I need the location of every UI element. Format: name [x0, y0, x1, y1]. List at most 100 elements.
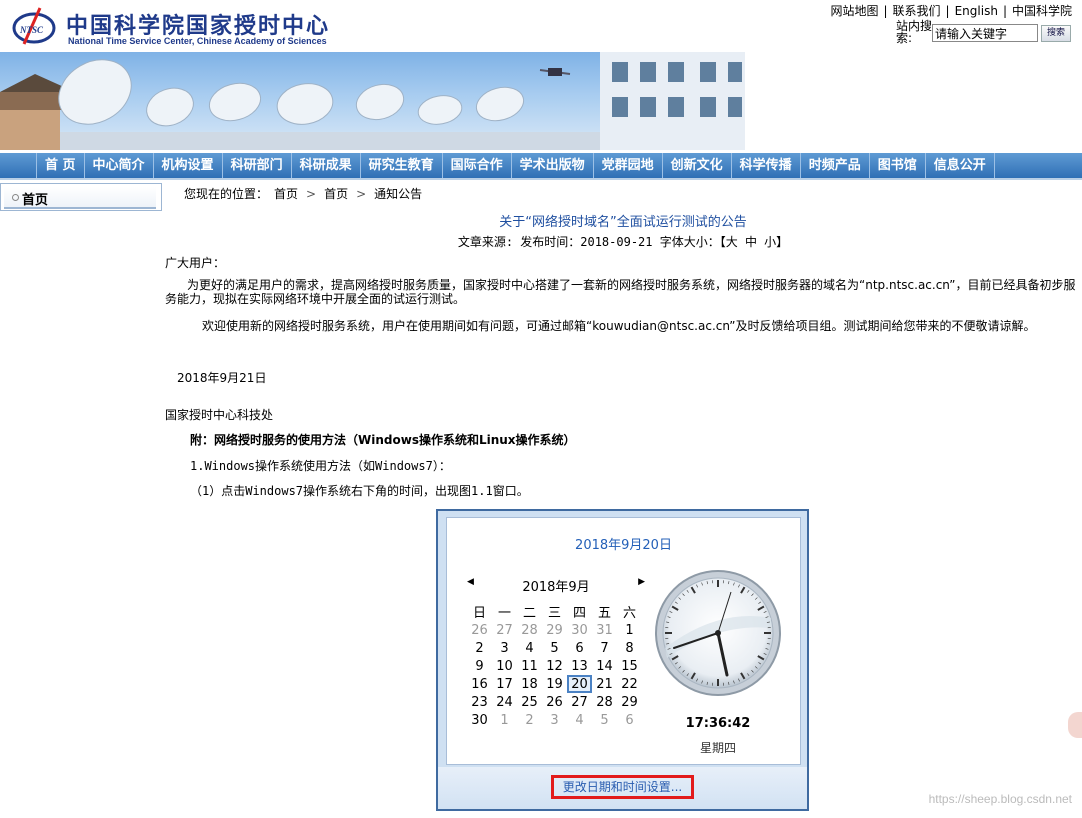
nav-item-1[interactable]: 中心简介	[85, 153, 154, 178]
bullet-icon	[12, 194, 19, 201]
separator: |	[945, 4, 950, 18]
logo-badge: NTSC	[19, 25, 44, 35]
nav-item-8[interactable]: 党群园地	[594, 153, 663, 178]
calendar-day[interactable]: 22	[617, 675, 642, 693]
calendar-nav: ◀ 2018年9月 ▶	[467, 576, 645, 595]
weekday-header: 三	[547, 606, 561, 621]
nav-item-10[interactable]: 科学传播	[732, 153, 801, 178]
nav-item-2[interactable]: 机构设置	[154, 153, 223, 178]
calendar-day[interactable]: 27	[567, 693, 592, 711]
calendar-day[interactable]: 12	[542, 657, 567, 675]
sidebar: 首页	[0, 183, 162, 211]
calendar-day[interactable]: 23	[467, 693, 492, 711]
calendar-day[interactable]: 17	[492, 675, 517, 693]
calendar-day[interactable]: 13	[567, 657, 592, 675]
article-date: 2018年9月21日	[177, 371, 267, 385]
calendar-day[interactable]: 4	[567, 711, 592, 729]
calendar-day[interactable]: 20	[567, 675, 592, 693]
calendar-day[interactable]: 18	[517, 675, 542, 693]
breadcrumb-home-2[interactable]: 首页	[324, 187, 348, 201]
calendar-day[interactable]: 30	[467, 711, 492, 729]
calendar-day[interactable]: 16	[467, 675, 492, 693]
weekday-header: 一	[497, 606, 511, 621]
calendar-day[interactable]: 2	[517, 711, 542, 729]
calendar-day[interactable]: 2	[467, 639, 492, 657]
calendar-day[interactable]: 6	[567, 639, 592, 657]
next-month-icon: ▶	[638, 577, 645, 587]
change-datetime-settings-link[interactable]: 更改日期和时间设置...	[551, 775, 694, 799]
windows-section-heading: 1.Windows操作系统使用方法（如Windows7）：	[190, 459, 451, 473]
nav-item-12[interactable]: 图书馆	[870, 153, 926, 178]
banner-image	[0, 52, 745, 150]
calendar-day[interactable]: 26	[542, 693, 567, 711]
article-signature: 国家授时中心科技处	[165, 408, 274, 422]
separator: |	[883, 4, 888, 18]
calendar-day[interactable]: 7	[592, 639, 617, 657]
article-meta: 文章来源: 发布时间：2018-09-21 字体大小：【大 中 小】	[457, 235, 789, 249]
link-contact[interactable]: 联系我们	[893, 4, 941, 18]
watermark: https://sheep.blog.csdn.net	[928, 792, 1072, 806]
clock-footer: 更改日期和时间设置...	[438, 767, 807, 809]
article-paragraph-2: 欢迎使用新的网络授时服务系统，用户在使用期间如有问题，可通过邮箱“kouwudi…	[202, 319, 1036, 333]
search-input[interactable]	[932, 24, 1038, 42]
calendar-day[interactable]: 11	[517, 657, 542, 675]
link-sitemap[interactable]: 网站地图	[830, 4, 878, 18]
calendar-day[interactable]: 27	[492, 621, 517, 639]
calendar-day[interactable]: 31	[592, 621, 617, 639]
nav-item-0[interactable]: 首 页	[36, 153, 85, 178]
calendar-day[interactable]: 29	[617, 693, 642, 711]
site-search: 站内搜索: 搜索	[896, 20, 1076, 48]
breadcrumb-notices[interactable]: 通知公告	[374, 187, 422, 201]
chevron-right-icon: >	[306, 187, 317, 201]
windows-step-1: （1）点击Windows7操作系统右下角的时间，出现图1.1窗口。	[190, 484, 529, 498]
calendar-day[interactable]: 9	[467, 657, 492, 675]
calendar-grid: 日一二三四五六 26 27 28 29 30 31 1 2 3 4 5 6 7 8 9 10 11 12 13 14 15…	[467, 602, 642, 729]
nav-item-3[interactable]: 科研部门	[223, 153, 292, 178]
calendar-day[interactable]: 24	[492, 693, 517, 711]
calendar-day[interactable]: 29	[542, 621, 567, 639]
calendar-day[interactable]: 14	[592, 657, 617, 675]
link-english[interactable]: English	[955, 4, 998, 18]
calendar-day[interactable]: 6	[617, 711, 642, 729]
calendar-day[interactable]: 5	[542, 639, 567, 657]
calendar-day[interactable]: 4	[517, 639, 542, 657]
nav-item-11[interactable]: 时频产品	[801, 153, 870, 178]
nav-item-6[interactable]: 国际合作	[443, 153, 512, 178]
breadcrumb-prefix: 您现在的位置：	[184, 187, 269, 201]
link-cas[interactable]: 中国科学院	[1012, 4, 1072, 18]
calendar-day[interactable]: 3	[542, 711, 567, 729]
calendar-day[interactable]: 25	[517, 693, 542, 711]
calendar-day[interactable]: 1	[492, 711, 517, 729]
date-header: 2018年9月20日	[575, 538, 672, 553]
floating-side-tab[interactable]	[1068, 712, 1082, 738]
calendar-day[interactable]: 8	[617, 639, 642, 657]
breadcrumb-home[interactable]: 首页	[274, 187, 298, 201]
calendar-day[interactable]: 28	[517, 621, 542, 639]
calendar-day[interactable]: 3	[492, 639, 517, 657]
logo-english-name: National Time Service Center, Chinese Ac…	[68, 36, 327, 46]
calendar-day[interactable]: 15	[617, 657, 642, 675]
sidebar-item-home[interactable]: 首页	[4, 187, 156, 209]
weekday-header: 六	[622, 606, 636, 621]
main-nav: 首 页中心简介 机构设置 科研部门 科研成果 研究生教育 国际合作 学术出版物 党群园地 创新文…	[0, 153, 1082, 180]
nav-item-4[interactable]: 科研成果	[292, 153, 361, 178]
calendar-day[interactable]: 10	[492, 657, 517, 675]
calendar-month: 2018年9月	[522, 580, 590, 595]
satellite-dishes-illustration	[0, 52, 745, 150]
calendar-day[interactable]: 1	[617, 621, 642, 639]
nav-item-5[interactable]: 研究生教育	[361, 153, 443, 178]
breadcrumb: 您现在的位置： 首页 > 首页 > 通知公告	[184, 185, 422, 202]
calendar-day[interactable]: 26	[467, 621, 492, 639]
calendar-day[interactable]: 5	[592, 711, 617, 729]
calendar-day[interactable]: 21	[592, 675, 617, 693]
search-button[interactable]: 搜索	[1041, 25, 1071, 42]
calendar-day[interactable]: 28	[592, 693, 617, 711]
nav-item-9[interactable]: 创新文化	[663, 153, 732, 178]
article-title: 关于“网络授时域名”全面试运行测试的公告	[499, 215, 747, 230]
sidebar-item-label: 首页	[22, 193, 49, 208]
nav-item-13[interactable]: 信息公开	[926, 153, 995, 178]
calendar-day[interactable]: 30	[567, 621, 592, 639]
site-logo[interactable]: NTSC 中国科学院国家授时中心 National Time Service C…	[10, 2, 340, 48]
calendar-day[interactable]: 19	[542, 675, 567, 693]
nav-item-7[interactable]: 学术出版物	[512, 153, 594, 178]
